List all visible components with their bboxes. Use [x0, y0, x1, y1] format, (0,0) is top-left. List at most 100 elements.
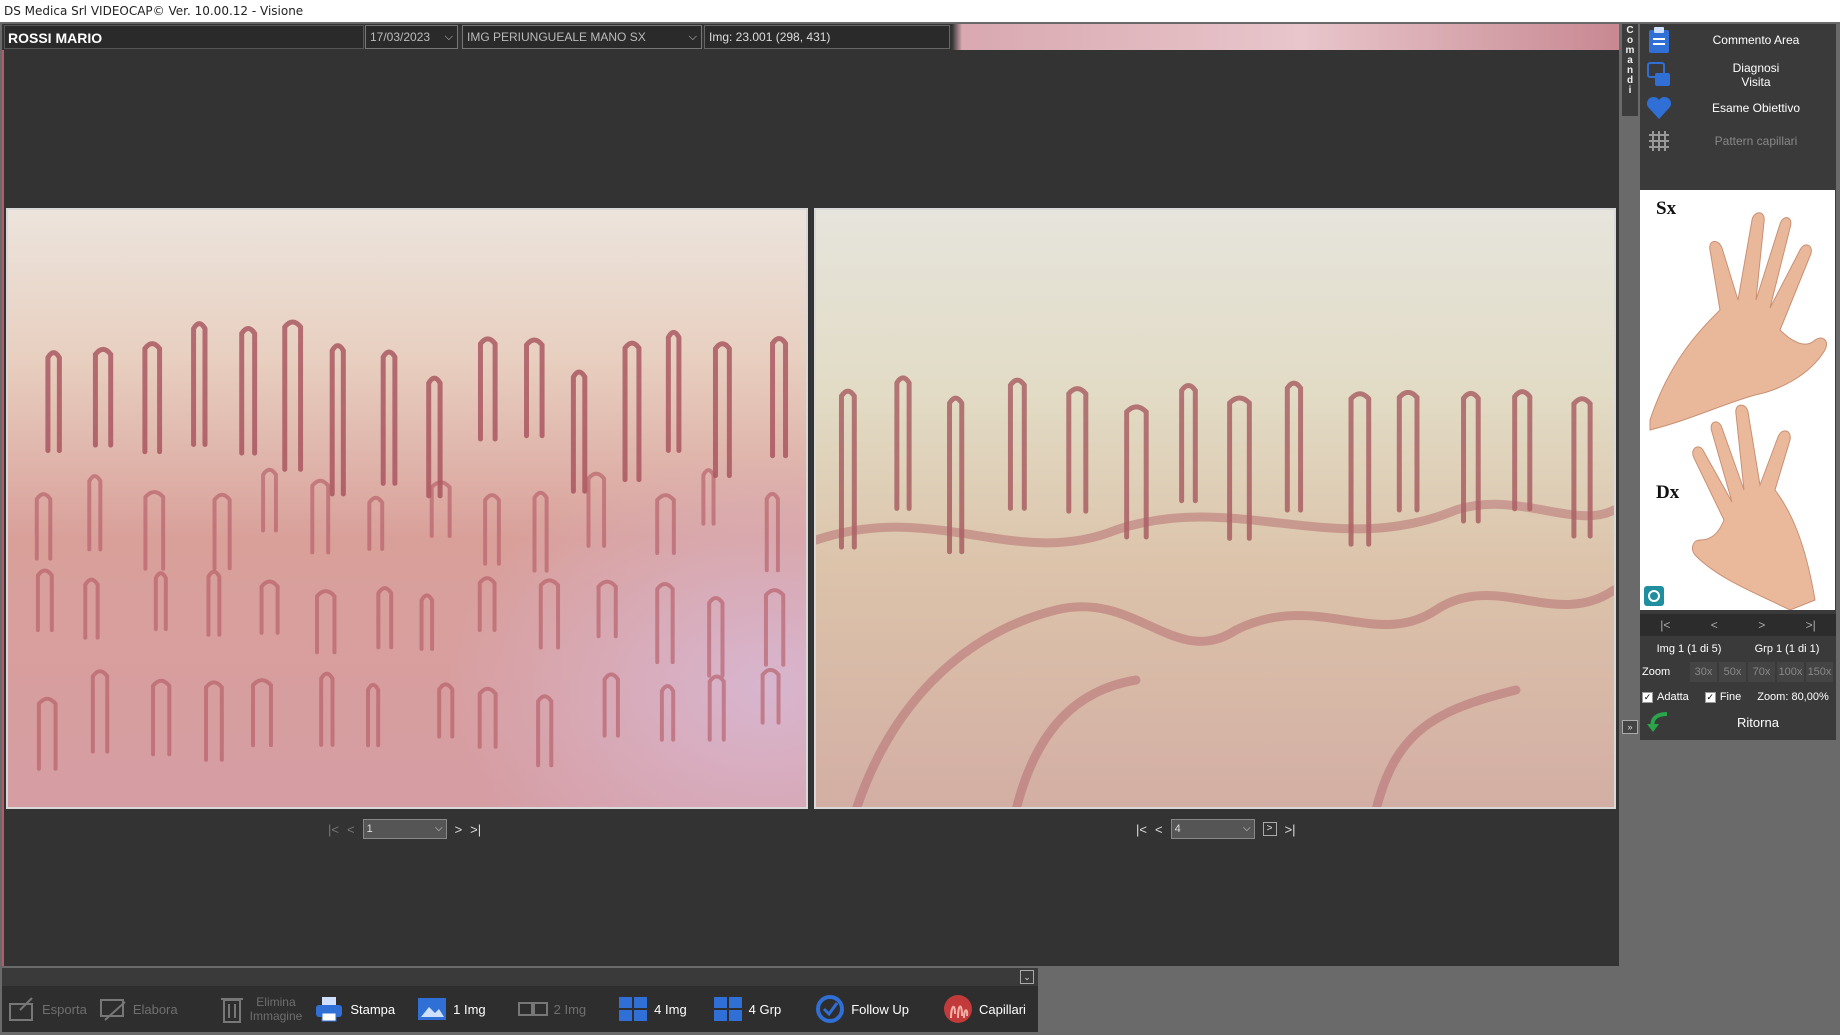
patient-name-field[interactable]: ROSSI MARIO — [4, 25, 364, 49]
right-image-nav: |< < 4 ⌵ > >| — [1136, 818, 1296, 840]
visita-line: Visita — [1741, 75, 1771, 89]
collapse-toolbar-button[interactable]: ⌄ — [1020, 970, 1034, 984]
side-next-button[interactable]: > — [1758, 618, 1765, 632]
follow-up-icon — [815, 994, 845, 1024]
date-value: 17/03/2023 — [370, 30, 431, 44]
zoom-percent: Zoom: 80,00% — [1757, 691, 1829, 703]
capillari-button[interactable]: Capillari — [937, 986, 1032, 1032]
one-img-button[interactable]: 1 Img — [411, 986, 492, 1032]
side-info-row: Img 1 (1 di 5) Grp 1 (1 di 1) — [1640, 640, 1836, 658]
clipboard-icon — [1642, 24, 1676, 56]
zoom-70x-button[interactable]: 70x — [1748, 662, 1775, 682]
elimina-label: Elimina Immagine — [250, 995, 303, 1023]
zoom-100x-button[interactable]: 100x — [1777, 662, 1804, 682]
left-image-value: 1 — [366, 823, 373, 835]
adatta-label: Adatta — [1657, 691, 1689, 703]
immagine-line: Immagine — [249, 1009, 303, 1023]
date-select[interactable]: 17/03/2023 ⌵ — [365, 25, 458, 49]
two-img-button[interactable]: 2 Img — [512, 986, 593, 1032]
image-type-select[interactable]: IMG PERIUNGUEALE MANO SX ⌵ — [462, 25, 702, 49]
rotate-icon[interactable] — [1644, 586, 1664, 606]
four-grp-button[interactable]: 4 Grp — [707, 986, 788, 1032]
next-image-button[interactable]: > — [1262, 822, 1277, 836]
zoom-50x-button[interactable]: 50x — [1719, 662, 1746, 682]
zoom-label: Zoom — [1642, 666, 1671, 678]
zoom-30x-button[interactable]: 30x — [1690, 662, 1717, 682]
trash-icon — [220, 994, 244, 1024]
diagnosis-icon — [1642, 59, 1676, 91]
dx-label: Dx — [1656, 482, 1680, 503]
commento-area-button[interactable]: Commento Area — [1642, 24, 1836, 56]
export-icon — [8, 996, 36, 1022]
four-img-button[interactable]: 4 Img — [612, 986, 693, 1032]
esame-obiettivo-button[interactable]: Esame Obiettivo — [1642, 92, 1836, 124]
elimina-immagine-button[interactable]: Elimina Immagine — [214, 986, 309, 1032]
zoom-150x-button[interactable]: 150x — [1806, 662, 1833, 682]
right-image-canvas — [816, 210, 1614, 807]
follow-up-label: Follow Up — [851, 1001, 909, 1017]
ritorna-button[interactable]: Ritorna — [1640, 708, 1836, 736]
chevron-down-icon: ⌵ — [444, 31, 453, 43]
return-arrow-icon — [1640, 710, 1680, 734]
toolbar-header: ⌄ — [2, 968, 1038, 986]
single-image-icon — [417, 997, 447, 1021]
hand-selector[interactable]: Sx Dx — [1640, 190, 1835, 610]
diagnosi-line: Diagnosi — [1732, 61, 1780, 75]
comandi-letter: i — [1628, 85, 1632, 96]
fine-checkbox[interactable]: ✓ — [1704, 691, 1716, 703]
window-title: DS Medica Srl VIDEOCAP© Ver. 10.00.12 - … — [0, 0, 1840, 22]
pattern-capillari-button[interactable]: Pattern capillari — [1642, 125, 1836, 157]
one-img-label: 1 Img — [453, 1001, 486, 1017]
right-image-value: 4 — [1174, 823, 1181, 835]
img-counter: Img 1 (1 di 5) — [1656, 643, 1722, 655]
elimina-line: Elimina — [256, 995, 296, 1009]
bottom-toolbar: Esporta Elabora Elimina Immagine Stampa 1… — [2, 986, 1038, 1032]
esporta-button[interactable]: Esporta — [2, 986, 93, 1032]
diagnosi-visita-button[interactable]: Diagnosi Visita — [1642, 58, 1836, 92]
last-image-button[interactable]: >| — [470, 822, 481, 837]
esporta-label: Esporta — [42, 1001, 87, 1017]
capillaries-icon — [943, 994, 973, 1024]
side-first-button[interactable]: |< — [1660, 618, 1670, 632]
elabora-button[interactable]: Elabora — [93, 986, 184, 1032]
esame-obiettivo-label: Esame Obiettivo — [1711, 101, 1801, 115]
image-info-field: Img: 23.001 (298, 431) — [704, 25, 950, 49]
four-groups-icon — [713, 996, 743, 1022]
options-row: ✓ Adatta ✓ Fine Zoom: 80,00% — [1640, 688, 1836, 706]
pattern-capillari-label: Pattern capillari — [1714, 134, 1798, 148]
first-image-button[interactable]: |< — [328, 822, 339, 837]
four-img-label: 4 Img — [654, 1001, 687, 1017]
heart-icon — [1642, 92, 1676, 124]
zoom-row: Zoom 30x 50x 70x 100x 150x — [1640, 661, 1836, 683]
ritorna-label: Ritorna — [1737, 714, 1779, 730]
stampa-label: Stampa — [350, 1001, 396, 1017]
left-image-select[interactable]: 1 ⌵ — [362, 819, 447, 839]
side-image-nav: |< < > >| — [1640, 614, 1836, 636]
right-image-select[interactable]: 4 ⌵ — [1170, 819, 1255, 839]
four-grp-label: 4 Grp — [748, 1001, 782, 1017]
side-prev-button[interactable]: < — [1711, 618, 1718, 632]
printer-icon — [314, 995, 344, 1023]
diagnosi-visita-label: Diagnosi Visita — [1676, 61, 1836, 89]
comandi-tab[interactable]: C o m a n d i — [1622, 24, 1638, 116]
first-image-button[interactable]: |< — [1136, 822, 1147, 837]
fine-label: Fine — [1719, 691, 1742, 703]
stampa-button[interactable]: Stampa — [308, 986, 401, 1032]
follow-up-button[interactable]: Follow Up — [809, 986, 915, 1032]
left-image-nav: |< < 1 ⌵ > >| — [328, 818, 481, 840]
next-image-button[interactable]: > — [455, 822, 463, 837]
grid-icon — [1642, 125, 1676, 157]
prev-image-button[interactable]: < — [1155, 822, 1163, 837]
edit-image-icon — [99, 996, 127, 1022]
prev-image-button[interactable]: < — [347, 822, 355, 837]
right-capillary-image[interactable] — [814, 208, 1616, 809]
side-last-button[interactable]: >| — [1806, 618, 1816, 632]
sx-label: Sx — [1656, 198, 1677, 219]
last-image-button[interactable]: >| — [1285, 822, 1296, 837]
four-images-icon — [618, 996, 648, 1022]
chevron-down-icon: ⌵ — [1242, 823, 1251, 834]
grp-counter: Grp 1 (1 di 1) — [1754, 643, 1820, 655]
adatta-checkbox[interactable]: ✓ — [1642, 691, 1653, 703]
left-capillary-image[interactable] — [6, 208, 808, 809]
expand-panel-button[interactable]: » — [1622, 720, 1638, 734]
